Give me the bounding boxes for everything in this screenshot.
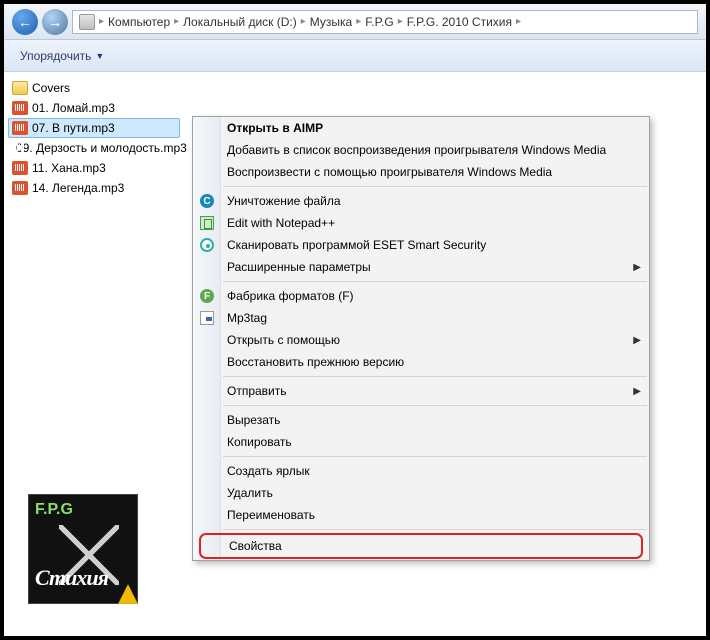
menu-item-label: Создать ярлык [227, 464, 310, 478]
destroy-icon: C [199, 193, 215, 209]
file-name: 14. Легенда.mp3 [32, 181, 124, 195]
audio-file-icon [12, 181, 28, 195]
file-name: 11. Хана.mp3 [32, 161, 106, 175]
file-row[interactable]: 11. Хана.mp3 [8, 158, 180, 178]
menu-item-label: Расширенные параметры [227, 260, 371, 274]
breadcrumb[interactable]: F.P.G. 2010 Стихия [407, 15, 512, 29]
menu-item[interactable]: Удалить [193, 482, 649, 504]
menu-item-label: Уничтожение файла [227, 194, 341, 208]
breadcrumb[interactable]: Локальный диск (D:) [183, 15, 297, 29]
menu-item-label: Сканировать программой ESET Smart Securi… [227, 238, 486, 252]
menu-item-label: Воспроизвести с помощью проигрывателя Wi… [227, 165, 552, 179]
menu-item[interactable]: Открыть в AIMP [193, 117, 649, 139]
file-name: Covers [32, 81, 70, 95]
context-menu: Открыть в AIMP Добавить в список воспроиз… [192, 116, 650, 561]
file-row[interactable]: 01. Ломай.mp3 [8, 98, 180, 118]
eset-icon [199, 237, 215, 253]
chevron-right-icon: ▸ [516, 16, 521, 27]
chevron-right-icon: ▸ [174, 16, 179, 27]
menu-item[interactable]: Edit with Notepad++ [193, 212, 649, 234]
menu-item-label: Открыть с помощью [227, 333, 340, 347]
menu-item-label: Фабрика форматов (F) [227, 289, 354, 303]
audio-file-icon [12, 121, 28, 135]
menu-separator [223, 281, 647, 282]
breadcrumb[interactable]: Музыка [310, 15, 352, 29]
file-row[interactable]: 09. Дерзость и молодость.mp3 [8, 138, 180, 158]
file-name: 07. В пути.mp3 [32, 121, 115, 135]
submenu-arrow-icon: ▶ [633, 262, 641, 273]
menu-item[interactable]: Расширенные параметры ▶ [193, 256, 649, 278]
chevron-right-icon: ▸ [301, 16, 306, 27]
album-cover[interactable]: F.P.G Стихия [28, 494, 138, 604]
folder-icon [12, 81, 28, 95]
submenu-arrow-icon: ▶ [633, 386, 641, 397]
notepadpp-icon [199, 215, 215, 231]
menu-separator [223, 405, 647, 406]
menu-item[interactable]: Свойства [199, 533, 643, 559]
menu-item-label: Удалить [227, 486, 273, 500]
menu-item[interactable]: Добавить в список воспроизведения проигр… [193, 139, 649, 161]
menu-item-label: Открыть в AIMP [227, 121, 323, 135]
file-row[interactable]: 14. Легенда.mp3 [8, 178, 180, 198]
menu-item[interactable]: Сканировать программой ESET Smart Securi… [193, 234, 649, 256]
menu-separator [223, 186, 647, 187]
breadcrumb[interactable]: Компьютер [108, 15, 170, 29]
chevron-right-icon: ▸ [99, 16, 104, 27]
toolbar: Упорядочить ▼ [4, 40, 706, 72]
address-bar[interactable]: ▸ Компьютер ▸ Локальный диск (D:) ▸ Музы… [72, 10, 698, 34]
menu-item[interactable]: Mp3tag [193, 307, 649, 329]
menu-item[interactable]: F Фабрика форматов (F) [193, 285, 649, 307]
aimp-badge-icon [117, 583, 139, 605]
submenu-arrow-icon: ▶ [633, 335, 641, 346]
preview-pane: F.P.G Стихия [28, 494, 138, 604]
file-name: 09. Дерзость и молодость.mp3 [16, 141, 187, 155]
format-factory-icon: F [199, 288, 215, 304]
chevron-right-icon: ▸ [356, 16, 361, 27]
menu-item[interactable]: Открыть с помощью ▶ [193, 329, 649, 351]
menu-item[interactable]: Восстановить прежнюю версию [193, 351, 649, 373]
menu-item-label: Edit with Notepad++ [227, 216, 335, 230]
menu-item[interactable]: Копировать [193, 431, 649, 453]
menu-item-label: Копировать [227, 435, 292, 449]
chevron-down-icon: ▼ [95, 51, 104, 61]
menu-separator [223, 456, 647, 457]
organize-button[interactable]: Упорядочить ▼ [14, 47, 110, 65]
menu-item[interactable]: Отправить ▶ [193, 380, 649, 402]
drive-icon [79, 14, 95, 30]
menu-item-label: Переименовать [227, 508, 315, 522]
menu-item-label: Вырезать [227, 413, 280, 427]
menu-item[interactable]: Создать ярлык [193, 460, 649, 482]
chevron-right-icon: ▸ [398, 16, 403, 27]
menu-separator [223, 376, 647, 377]
file-name: 01. Ломай.mp3 [32, 101, 115, 115]
menu-item-label: Свойства [229, 539, 282, 553]
forward-button[interactable]: → [42, 9, 68, 35]
menu-item[interactable]: C Уничтожение файла [193, 190, 649, 212]
menu-item[interactable]: Воспроизвести с помощью проигрывателя Wi… [193, 161, 649, 183]
album-artist: F.P.G [35, 501, 73, 518]
back-button[interactable]: ← [12, 9, 38, 35]
menu-item[interactable]: Вырезать [193, 409, 649, 431]
album-title: Стихия [35, 565, 108, 591]
mp3tag-icon [199, 310, 215, 326]
menu-item[interactable]: Переименовать [193, 504, 649, 526]
file-row[interactable]: 07. В пути.mp3 [8, 118, 180, 138]
menu-item-label: Mp3tag [227, 311, 267, 325]
file-row[interactable]: Covers [8, 78, 180, 98]
menu-item-label: Добавить в список воспроизведения проигр… [227, 143, 606, 157]
organize-label: Упорядочить [20, 49, 91, 63]
menu-item-label: Отправить [227, 384, 287, 398]
menu-separator [223, 529, 647, 530]
audio-file-icon [12, 161, 28, 175]
menu-item-label: Восстановить прежнюю версию [227, 355, 404, 369]
nav-bar: ← → ▸ Компьютер ▸ Локальный диск (D:) ▸ … [4, 4, 706, 40]
audio-file-icon [12, 101, 28, 115]
breadcrumb[interactable]: F.P.G [365, 15, 393, 29]
